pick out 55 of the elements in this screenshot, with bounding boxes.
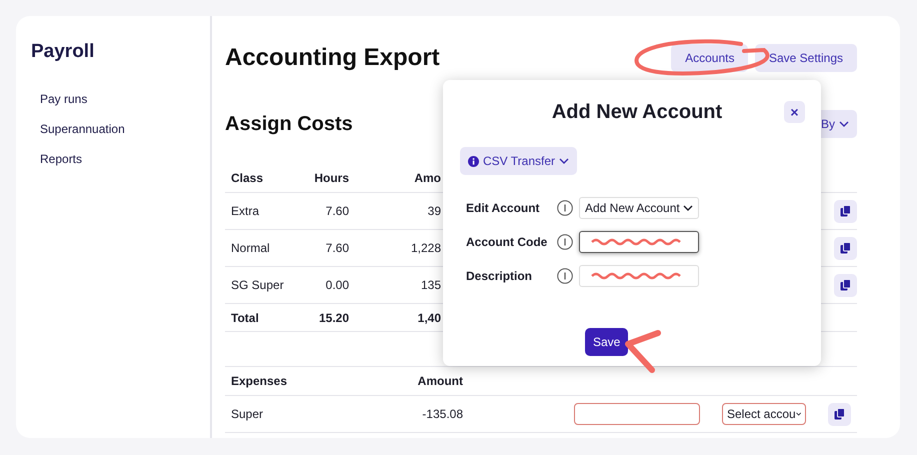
- sidebar-item[interactable]: Superannuation: [31, 120, 210, 136]
- copy-icon: [840, 205, 851, 218]
- chevron-down-icon: [796, 411, 801, 418]
- table-cell: 7.60: [326, 204, 349, 218]
- table-cell: -135.08: [422, 407, 463, 422]
- column-header: Amount: [418, 374, 463, 388]
- field-label: Account Code: [465, 234, 548, 251]
- column-header: Amo: [414, 171, 441, 186]
- table-cell: 1,228: [410, 241, 441, 256]
- section-title: Assign Costs: [225, 112, 353, 136]
- info-icon: [557, 234, 573, 250]
- info-icon: [557, 268, 573, 284]
- total-cell: 15.20: [318, 310, 349, 325]
- modal-title: Add New Account: [550, 100, 724, 125]
- table-cell: Extra: [231, 204, 260, 218]
- table-cell: Normal: [231, 241, 270, 256]
- copy-button[interactable]: [834, 236, 857, 260]
- app-title: Payroll: [31, 40, 96, 64]
- arrow-mark: [625, 330, 661, 373]
- header-button[interactable]: Accounts: [671, 44, 748, 72]
- copy-icon: [840, 242, 851, 254]
- total-cell: Total: [231, 310, 259, 325]
- column-header: Hours: [314, 171, 349, 186]
- info-icon: [468, 156, 479, 166]
- table-cell: SG Super: [231, 278, 284, 292]
- copy-icon: [840, 279, 851, 292]
- sidebar-item[interactable]: Reports: [31, 150, 210, 166]
- field-label: Edit Account: [465, 200, 541, 217]
- copy-icon: [834, 408, 845, 420]
- header-button[interactable]: Save Settings: [754, 44, 857, 72]
- account-select[interactable]: Select accou: [722, 403, 806, 426]
- sidebar-item[interactable]: Pay runs: [31, 90, 210, 106]
- page-title: Accounting Export: [225, 44, 440, 73]
- chevron-down-icon: [683, 205, 693, 211]
- table-cell: 7.60: [326, 241, 349, 256]
- total-cell: 1,40: [418, 310, 441, 325]
- close-button[interactable]: ×: [784, 101, 805, 123]
- field-label: Description: [465, 268, 534, 285]
- copy-button[interactable]: [834, 200, 857, 223]
- table-cell: 0.00: [326, 278, 349, 292]
- text-field[interactable]: [579, 231, 699, 253]
- column-header: Expenses: [231, 374, 288, 388]
- save-button[interactable]: Save: [585, 328, 628, 356]
- account-field[interactable]: [574, 403, 700, 426]
- column-header: Class: [231, 171, 264, 186]
- copy-button[interactable]: [828, 402, 851, 426]
- info-icon: [557, 200, 573, 216]
- transfer-dropdown[interactable]: CSV Transfer: [460, 147, 578, 175]
- copy-button[interactable]: [834, 274, 857, 297]
- table-cell: 135: [420, 278, 441, 292]
- table-cell: Super: [231, 407, 264, 422]
- chevron-down-icon: [559, 158, 570, 164]
- account-select[interactable]: Add New Account: [579, 197, 699, 219]
- table-cell: 39: [428, 204, 441, 218]
- chevron-down-icon: [839, 120, 849, 127]
